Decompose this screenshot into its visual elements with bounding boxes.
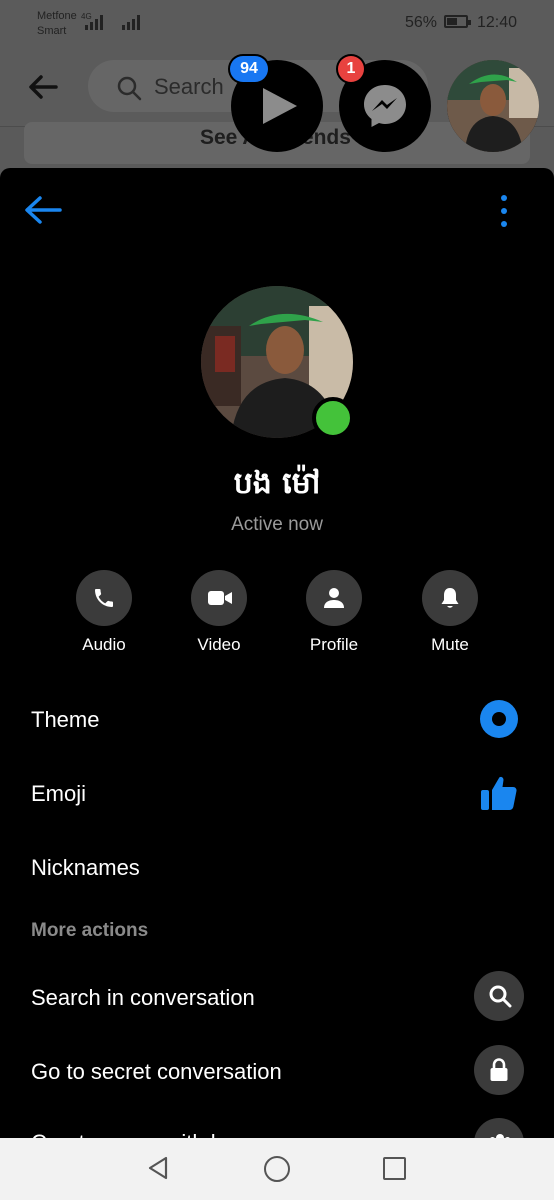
view-profile-button[interactable]: Profile [294, 570, 374, 655]
person-icon [324, 588, 344, 608]
more-options-icon[interactable] [494, 195, 514, 229]
search-button[interactable] [474, 971, 524, 1021]
mute-button[interactable]: Mute [410, 570, 490, 655]
create-group[interactable]: Create group with bong [31, 1130, 260, 1138]
back-arrow-icon[interactable] [28, 74, 58, 100]
video-notification-badge: 94 [230, 56, 268, 82]
status-bar: Metfone Smart 4G 56% 12:40 [0, 0, 554, 48]
avatar [447, 60, 539, 152]
nav-home-icon[interactable] [264, 1156, 290, 1182]
thumbs-up-icon[interactable] [480, 775, 518, 811]
profile-chat-head[interactable] [447, 60, 539, 152]
group-icon [490, 1134, 510, 1138]
signal-icon [122, 12, 144, 30]
messenger-notification-badge: 1 [338, 56, 364, 82]
audio-label: Audio [82, 635, 126, 654]
video-camera-icon [208, 591, 232, 605]
video-label: Video [197, 635, 241, 654]
online-indicator [312, 397, 354, 439]
back-arrow-icon[interactable] [22, 194, 64, 226]
phone-icon [95, 589, 113, 607]
more-actions-header: More actions [31, 920, 149, 941]
carrier-info: Metfone Smart 4G [37, 9, 92, 39]
messenger-icon [364, 85, 406, 127]
video-call-button[interactable]: Video [179, 570, 259, 655]
system-navigation-bar [0, 1138, 554, 1200]
secret-conversation[interactable]: Go to secret conversation [31, 1059, 282, 1085]
carrier-name-1: Metfone [37, 10, 77, 22]
battery-icon [444, 15, 471, 28]
lock-icon [490, 1058, 508, 1081]
emoji-setting[interactable]: Emoji [31, 781, 86, 807]
secret-conversation-button[interactable] [474, 1045, 524, 1095]
audio-call-button[interactable]: Audio [64, 570, 144, 655]
search-placeholder: Search [154, 74, 224, 99]
play-icon [263, 88, 297, 124]
search-icon [117, 76, 142, 101]
mute-label: Mute [431, 635, 469, 654]
carrier-name-2: Smart [37, 25, 67, 37]
nav-back-icon[interactable] [146, 1156, 170, 1180]
clock: 12:40 [477, 14, 518, 31]
nav-recents-icon[interactable] [383, 1157, 406, 1180]
create-group-button[interactable] [474, 1118, 524, 1138]
nicknames-setting[interactable]: Nicknames [31, 855, 140, 881]
search-in-conversation[interactable]: Search in conversation [31, 985, 255, 1011]
battery-percent: 56% [404, 14, 437, 31]
search-icon [489, 985, 512, 1008]
profile-label: Profile [309, 635, 359, 654]
active-status: Active now [231, 514, 323, 535]
theme-color-icon[interactable] [480, 700, 518, 738]
conversation-settings-sheet: បង ម៉ៅ Active now Audio Video Profile Mu… [0, 168, 554, 1138]
signal-icon [85, 12, 107, 30]
contact-name: បង ម៉ៅ [233, 466, 321, 501]
bell-icon [441, 588, 459, 608]
theme-setting[interactable]: Theme [31, 707, 99, 733]
